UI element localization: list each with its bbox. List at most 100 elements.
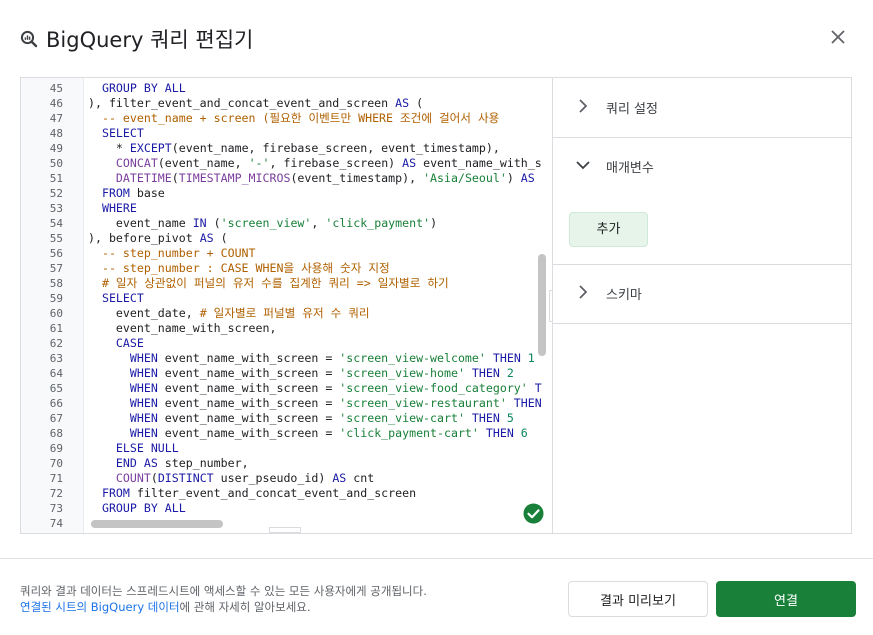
line-number: 56 bbox=[49, 247, 63, 260]
line-number: 72 bbox=[49, 487, 63, 500]
code-token: 'click_payment-cart' bbox=[339, 426, 479, 440]
code-token: AS bbox=[332, 471, 347, 485]
code-line[interactable]: COUNT(DISTINCT user_pseudo_id) AS cnt bbox=[88, 471, 374, 486]
line-number: 55 bbox=[49, 232, 63, 245]
code-line[interactable]: event_date, # 일자별로 퍼널별 유저 수 쿼리 bbox=[88, 306, 370, 321]
query-settings-label: 쿼리 설정 bbox=[606, 102, 658, 117]
line-number: 62 bbox=[49, 337, 63, 350]
code-line[interactable]: GROUP BY ALL bbox=[88, 501, 186, 516]
code-line[interactable]: WHEN event_name_with_screen = 'screen_vi… bbox=[88, 366, 514, 381]
code-line[interactable]: SELECT bbox=[88, 126, 144, 141]
code-token: 'screen_view-home' bbox=[339, 366, 465, 380]
connect-button[interactable]: 연결 bbox=[716, 581, 856, 617]
line-number: 54 bbox=[49, 217, 63, 230]
code-token: (event_name, firebase_screen, event_time… bbox=[171, 141, 500, 155]
code-line[interactable]: GROUP BY ALL bbox=[88, 81, 186, 96]
notice-line-1: 쿼리와 결과 데이터는 스프레드시트에 액세스할 수 있는 모든 사용자에게 공… bbox=[20, 584, 427, 598]
code-line[interactable]: FROM base bbox=[88, 186, 165, 201]
code-line[interactable]: * EXCEPT(event_name, firebase_screen, ev… bbox=[88, 141, 500, 156]
code-line[interactable]: WHERE bbox=[88, 201, 137, 216]
code-token: TIMESTAMP_MICROS bbox=[178, 171, 291, 185]
side-panel: 쿼리 설정 매개변수 추가 스키마 bbox=[552, 78, 851, 533]
code-token: cnt bbox=[346, 471, 375, 485]
code-token: THEN bbox=[471, 366, 500, 380]
code-area[interactable]: GROUP BY ALL), filter_event_and_concat_e… bbox=[88, 78, 552, 533]
code-line[interactable]: SELECT bbox=[88, 291, 144, 306]
schema-label: 스키마 bbox=[606, 288, 642, 303]
check-circle-icon bbox=[523, 503, 544, 524]
code-token: COUNT bbox=[115, 471, 151, 485]
line-number: 67 bbox=[49, 412, 63, 425]
code-line[interactable]: FROM filter_event_and_concat_event_and_s… bbox=[88, 486, 416, 501]
code-line[interactable]: event_name_with_screen, bbox=[88, 321, 277, 336]
code-line[interactable]: -- step_number + COUNT bbox=[88, 246, 256, 261]
code-token: (event_timestamp), bbox=[290, 171, 424, 185]
code-token: event_name bbox=[88, 216, 193, 230]
code-token: FROM bbox=[88, 186, 130, 200]
line-number: 68 bbox=[49, 427, 63, 440]
horizontal-scrollbar[interactable] bbox=[91, 520, 223, 528]
code-token: 'screen_view-welcome' bbox=[339, 351, 486, 365]
code-line[interactable]: ELSE NULL bbox=[88, 441, 179, 456]
sharing-notice: 쿼리와 결과 데이터는 스프레드시트에 액세스할 수 있는 모든 사용자에게 공… bbox=[20, 583, 427, 615]
line-number: 58 bbox=[49, 277, 63, 290]
code-line[interactable]: CASE bbox=[88, 336, 144, 351]
code-line[interactable]: WHEN event_name_with_screen = 'screen_vi… bbox=[88, 381, 542, 396]
code-line[interactable]: WHEN event_name_with_screen = 'screen_vi… bbox=[88, 411, 514, 426]
code-line[interactable]: event_name IN ('screen_view', 'click_pay… bbox=[88, 216, 437, 231]
code-line[interactable]: END AS step_number, bbox=[88, 456, 249, 471]
close-icon[interactable] bbox=[828, 27, 848, 47]
code-token: -- event_name + screen (필요한 이벤트만 WHERE 조… bbox=[88, 111, 500, 125]
code-token: event_name_with_s bbox=[416, 156, 542, 170]
code-token: T bbox=[527, 381, 542, 395]
code-token: ( bbox=[409, 96, 424, 110]
code-line[interactable]: -- event_name + screen (필요한 이벤트만 WHERE 조… bbox=[88, 111, 499, 126]
notice-line-2: 연결된 시트의 BigQuery 데이터에 관해 자세히 알아보세요. bbox=[20, 599, 427, 615]
code-line[interactable]: ), before_pivot AS ( bbox=[88, 231, 228, 246]
schema-section[interactable]: 스키마 bbox=[553, 264, 851, 323]
code-token: event_name_with_screen = bbox=[157, 366, 340, 380]
code-line[interactable]: CONCAT(event_name, '-', firebase_screen)… bbox=[88, 156, 542, 171]
line-number: 46 bbox=[49, 97, 63, 110]
learn-more-link[interactable]: 연결된 시트의 BigQuery 데이터 bbox=[20, 600, 180, 614]
code-token: ), filter_event_and_concat_event_and_scr… bbox=[88, 96, 396, 110]
line-number: 49 bbox=[49, 142, 63, 155]
code-token: GROUP BY ALL bbox=[88, 81, 186, 95]
code-line[interactable]: WHEN event_name_with_screen = 'click_pay… bbox=[88, 426, 528, 441]
query-settings-section[interactable]: 쿼리 설정 bbox=[553, 78, 851, 137]
code-token: * bbox=[88, 141, 130, 155]
footer-divider bbox=[0, 558, 873, 559]
line-number: 71 bbox=[49, 472, 63, 485]
code-editor[interactable]: 45 46 47 48 49 50 51 52 53 54 55 56 57 58 59 60 61 62 63 64… bbox=[21, 78, 552, 533]
code-token: 'screen_view-cart' bbox=[339, 411, 465, 425]
code-token: END AS bbox=[88, 456, 158, 470]
code-token: DATETIME bbox=[115, 171, 172, 185]
code-token: WHEN bbox=[88, 366, 158, 380]
vertical-scrollbar[interactable] bbox=[538, 254, 546, 356]
preview-results-button[interactable]: 결과 미리보기 bbox=[568, 581, 708, 617]
line-number: 47 bbox=[49, 112, 63, 125]
code-token: THEN bbox=[485, 426, 514, 440]
parameters-section[interactable]: 매개변수 bbox=[553, 137, 851, 196]
code-line[interactable]: -- step_number : CASE WHEN을 사용해 숫자 지정 bbox=[88, 261, 390, 276]
code-token: DISTINCT bbox=[157, 471, 214, 485]
scroll-thumb-marker bbox=[269, 527, 301, 533]
editor-frame: 45 46 47 48 49 50 51 52 53 54 55 56 57 58 59 60 61 62 63 64… bbox=[20, 77, 852, 534]
code-token: ( bbox=[171, 171, 179, 185]
code-line[interactable]: ), filter_event_and_concat_event_and_scr… bbox=[88, 96, 423, 111]
code-line[interactable]: WHEN event_name_with_screen = 'screen_vi… bbox=[88, 396, 542, 411]
code-token: -- step_number : CASE WHEN을 사용해 숫자 지정 bbox=[88, 261, 390, 275]
code-line[interactable]: # 일자 상관없이 퍼널의 유저 수를 집계한 쿼리 => 일자별로 하기 bbox=[88, 276, 456, 291]
code-token: event_name_with_screen = bbox=[157, 426, 340, 440]
add-parameter-button[interactable]: 추가 bbox=[569, 212, 648, 247]
code-token: , bbox=[311, 216, 326, 230]
code-line[interactable]: WHEN event_name_with_screen = 'screen_vi… bbox=[88, 351, 535, 366]
line-number: 51 bbox=[49, 172, 63, 185]
code-token: AS bbox=[520, 171, 535, 185]
code-line[interactable]: DATETIME(TIMESTAMP_MICROS(event_timestam… bbox=[88, 171, 535, 186]
code-token: '-' bbox=[248, 156, 270, 170]
